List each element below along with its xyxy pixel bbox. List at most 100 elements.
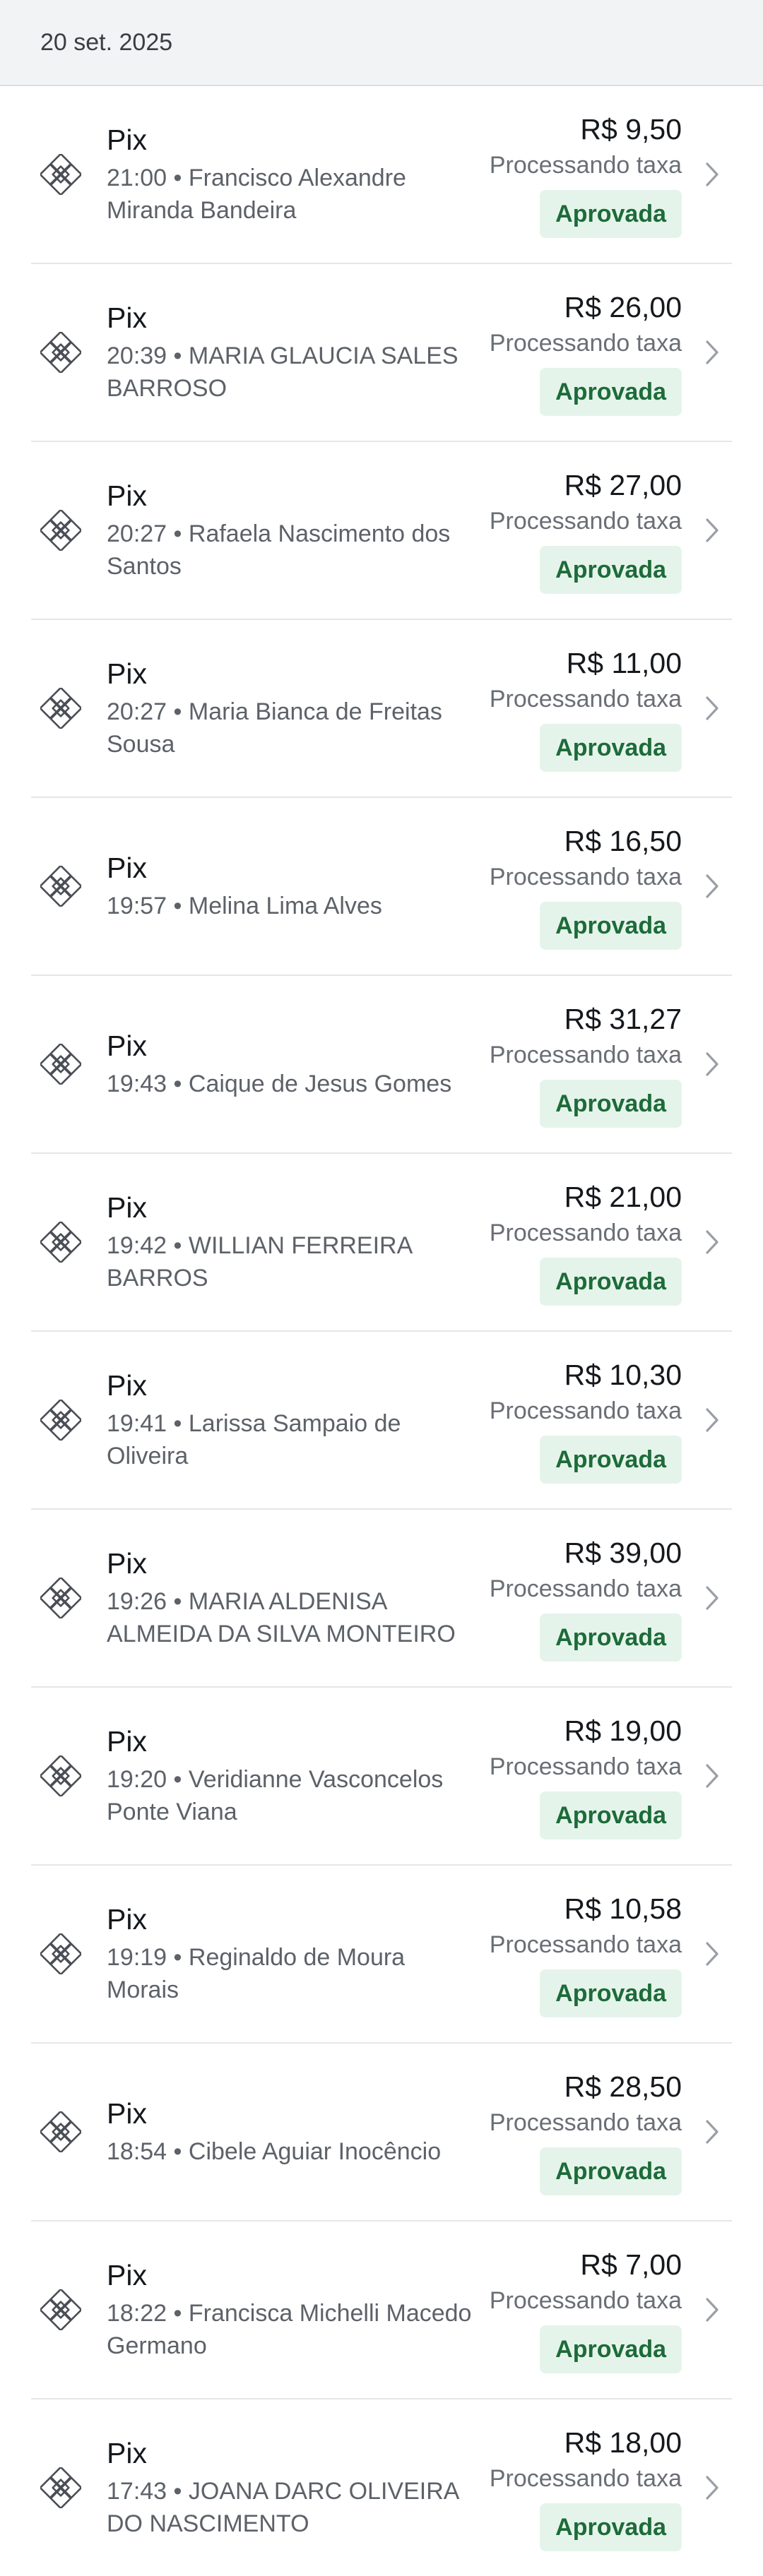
transaction-amount-block: R$ 18,00 Processando taxa Aprovada xyxy=(474,2424,682,2551)
pix-icon xyxy=(39,2110,83,2154)
payment-method: Pix xyxy=(107,2437,147,2469)
transaction-row[interactable]: Pix 18:22 • Francisca Michelli Macedo Ge… xyxy=(31,2222,732,2399)
transaction-description: 21:00 • Francisco Alexandre Miranda Band… xyxy=(107,165,406,224)
payment-method: Pix xyxy=(107,1547,147,1580)
pix-icon xyxy=(39,686,83,730)
chevron-right-icon xyxy=(702,2118,723,2145)
transaction-description: 19:57 • Melina Lima Alves xyxy=(107,893,382,919)
transaction-amount: R$ 26,00 xyxy=(564,291,682,323)
payment-method: Pix xyxy=(107,1725,147,1758)
fee-status: Processando taxa xyxy=(489,864,682,890)
status-badge: Aprovada xyxy=(540,724,682,772)
transaction-time: 19:41 xyxy=(107,1410,167,1437)
chevron-right-icon xyxy=(702,1585,723,1611)
transaction-info: Pix 17:43 • JOANA DARC OLIVEIRA DO NASCI… xyxy=(107,2435,474,2540)
chevron-right-icon xyxy=(702,2474,723,2501)
date-header: 20 set. 2025 xyxy=(0,0,763,86)
transaction-amount: R$ 10,58 xyxy=(564,1892,682,1925)
transaction-time: 20:27 xyxy=(107,698,167,725)
transaction-time: 19:26 xyxy=(107,1588,167,1615)
transaction-amount-block: R$ 19,00 Processando taxa Aprovada xyxy=(474,1712,682,1839)
transaction-time: 20:39 xyxy=(107,342,167,369)
pix-icon xyxy=(39,1754,83,1798)
transaction-row[interactable]: Pix 21:00 • Francisco Alexandre Miranda … xyxy=(31,86,732,264)
transaction-row[interactable]: Pix 19:19 • Reginaldo de Moura Morais R$… xyxy=(31,1866,732,2044)
status-badge: Aprovada xyxy=(540,546,682,594)
transaction-row[interactable]: Pix 19:42 • WILLIAN FERREIRA BARROS R$ 2… xyxy=(31,1154,732,1332)
transaction-amount-block: R$ 10,30 Processando taxa Aprovada xyxy=(474,1356,682,1484)
fee-status: Processando taxa xyxy=(489,330,682,357)
transaction-amount: R$ 28,50 xyxy=(564,2070,682,2103)
chevron-right-icon xyxy=(702,517,723,544)
payment-method: Pix xyxy=(107,2259,147,2291)
status-badge: Aprovada xyxy=(540,1258,682,1306)
fee-status: Processando taxa xyxy=(489,2287,682,2314)
transaction-row[interactable]: Pix 17:43 • JOANA DARC OLIVEIRA DO NASCI… xyxy=(31,2399,732,2576)
transaction-description: 19:19 • Reginaldo de Moura Morais xyxy=(107,1944,406,2003)
transaction-info: Pix 19:57 • Melina Lima Alves xyxy=(107,850,474,922)
fee-status: Processando taxa xyxy=(489,1397,682,1424)
fee-status: Processando taxa xyxy=(489,2465,682,2492)
transaction-info: Pix 19:41 • Larissa Sampaio de Oliveira xyxy=(107,1368,474,1472)
transaction-description: 20:27 • Maria Bianca de Freitas Sousa xyxy=(107,698,442,758)
transaction-row[interactable]: Pix 19:26 • MARIA ALDENISA ALMEIDA DA SI… xyxy=(31,1510,732,1688)
pix-icon xyxy=(39,508,83,552)
transaction-amount: R$ 19,00 xyxy=(564,1715,682,1747)
fee-status: Processando taxa xyxy=(489,686,682,712)
transaction-info: Pix 19:20 • Veridianne Vasconcelos Ponte… xyxy=(107,1724,474,1828)
chevron-right-icon xyxy=(702,873,723,900)
status-badge: Aprovada xyxy=(540,1436,682,1484)
payer-name: Cibele Aguiar Inocêncio xyxy=(188,2138,442,2165)
transaction-amount: R$ 27,00 xyxy=(564,469,682,501)
transaction-amount-block: R$ 16,50 Processando taxa Aprovada xyxy=(474,823,682,950)
transaction-description: 19:42 • WILLIAN FERREIRA BARROS xyxy=(107,1232,412,1292)
fee-status: Processando taxa xyxy=(489,508,682,535)
transaction-amount: R$ 31,27 xyxy=(564,1003,682,1035)
transaction-description: 19:26 • MARIA ALDENISA ALMEIDA DA SILVA … xyxy=(107,1588,456,1647)
date-label: 20 set. 2025 xyxy=(40,28,173,56)
transaction-row[interactable]: Pix 20:27 • Maria Bianca de Freitas Sous… xyxy=(31,620,732,798)
transaction-row[interactable]: Pix 18:54 • Cibele Aguiar Inocêncio R$ 2… xyxy=(31,2044,732,2222)
fee-status: Processando taxa xyxy=(489,1575,682,1602)
fee-status: Processando taxa xyxy=(489,1753,682,1780)
transaction-info: Pix 19:42 • WILLIAN FERREIRA BARROS xyxy=(107,1190,474,1294)
payment-method: Pix xyxy=(107,302,147,334)
transaction-row[interactable]: Pix 19:57 • Melina Lima Alves R$ 16,50 P… xyxy=(31,798,732,976)
chevron-right-icon xyxy=(702,1763,723,1789)
transaction-info: Pix 18:54 • Cibele Aguiar Inocêncio xyxy=(107,2096,474,2168)
transaction-amount: R$ 39,00 xyxy=(564,1537,682,1569)
transaction-amount: R$ 10,30 xyxy=(564,1359,682,1391)
transaction-amount-block: R$ 28,50 Processando taxa Aprovada xyxy=(474,2068,682,2195)
payer-name: Melina Lima Alves xyxy=(188,893,382,919)
transaction-time: 21:00 xyxy=(107,165,167,191)
transaction-info: Pix 20:27 • Rafaela Nascimento dos Santo… xyxy=(107,478,474,583)
transaction-row[interactable]: Pix 20:27 • Rafaela Nascimento dos Santo… xyxy=(31,442,732,620)
transaction-description: 20:39 • MARIA GLAUCIA SALES BARROSO xyxy=(107,342,459,402)
transaction-amount-block: R$ 11,00 Processando taxa Aprovada xyxy=(474,645,682,772)
transaction-time: 18:54 xyxy=(107,2138,167,2165)
status-badge: Aprovada xyxy=(540,190,682,238)
transaction-info: Pix 21:00 • Francisco Alexandre Miranda … xyxy=(107,122,474,227)
fee-status: Processando taxa xyxy=(489,1220,682,1246)
transaction-row[interactable]: Pix 19:20 • Veridianne Vasconcelos Ponte… xyxy=(31,1688,732,1866)
transaction-row[interactable]: Pix 19:43 • Caique de Jesus Gomes R$ 31,… xyxy=(31,976,732,1154)
status-badge: Aprovada xyxy=(540,1791,682,1839)
payment-method: Pix xyxy=(107,1369,147,1402)
transaction-description: 20:27 • Rafaela Nascimento dos Santos xyxy=(107,520,451,580)
transaction-row[interactable]: Pix 20:39 • MARIA GLAUCIA SALES BARROSO … xyxy=(31,264,732,442)
transaction-info: Pix 19:19 • Reginaldo de Moura Morais xyxy=(107,1902,474,2006)
transaction-time: 20:27 xyxy=(107,520,167,547)
pix-icon xyxy=(39,2466,83,2510)
transaction-list: Pix 21:00 • Francisco Alexandre Miranda … xyxy=(0,86,763,2576)
pix-icon xyxy=(39,153,83,196)
fee-status: Processando taxa xyxy=(489,152,682,179)
transaction-amount-block: R$ 7,00 Processando taxa Aprovada xyxy=(474,2246,682,2373)
transaction-time: 19:42 xyxy=(107,1232,167,1259)
chevron-right-icon xyxy=(702,1051,723,1078)
transaction-description: 18:22 • Francisca Michelli Macedo German… xyxy=(107,2300,472,2359)
transaction-amount: R$ 9,50 xyxy=(580,113,682,145)
transaction-row[interactable]: Pix 19:41 • Larissa Sampaio de Oliveira … xyxy=(31,1332,732,1510)
transaction-amount-block: R$ 27,00 Processando taxa Aprovada xyxy=(474,467,682,594)
status-badge: Aprovada xyxy=(540,1614,682,1662)
transaction-time: 19:43 xyxy=(107,1071,167,1097)
